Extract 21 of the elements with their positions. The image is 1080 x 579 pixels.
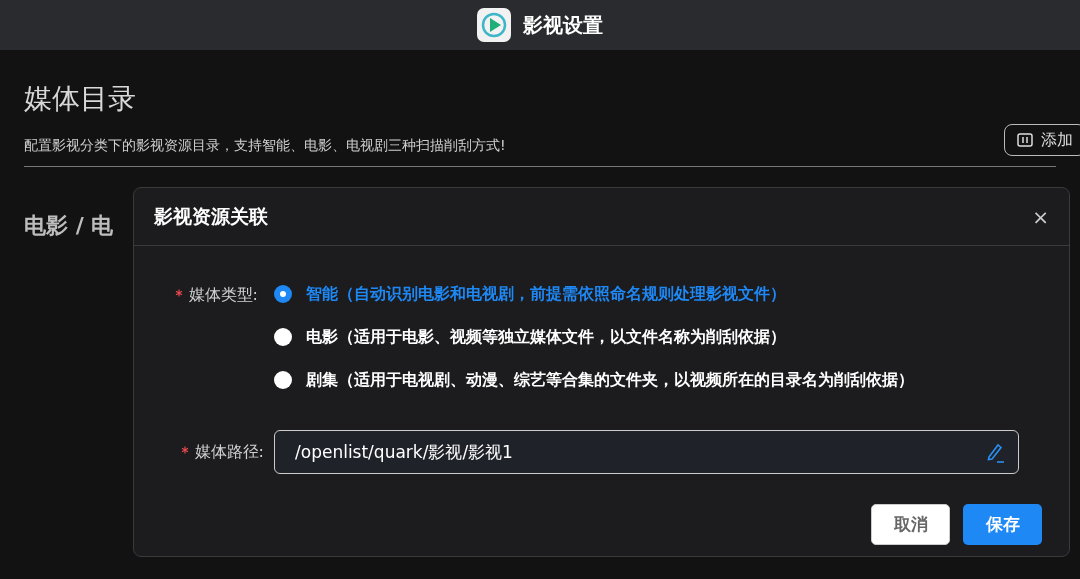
- add-button[interactable]: 添加: [1004, 124, 1080, 156]
- section-title: 电影 / 电: [24, 212, 114, 240]
- radio-button[interactable]: [274, 285, 292, 303]
- path-input-field[interactable]: /openlist/quark/影视/影视1: [274, 430, 1019, 474]
- close-button[interactable]: ×: [1032, 206, 1049, 227]
- page-description: 配置影视分类下的影视资源目录，支持智能、电影、电视剧三种扫描削刮方式!: [24, 135, 506, 155]
- dialog-title: 影视资源关联: [154, 204, 268, 230]
- radio-label[interactable]: 智能（自动识别电影和电视剧，前提需依照命名规则处理影视文件）: [306, 282, 786, 306]
- field-label: 媒体路径:: [194, 441, 264, 463]
- field-label: 媒体类型:: [188, 284, 258, 306]
- radio-label[interactable]: 电影（适用于电影、视频等独立媒体文件，以文件名称为削刮依据）: [306, 325, 786, 349]
- radio-button[interactable]: [274, 371, 292, 389]
- radio-label[interactable]: 剧集（适用于电视剧、动漫、综艺等合集的文件夹，以视频所在的目录名为削刮依据）: [306, 368, 914, 392]
- page-title: 媒体目录: [24, 81, 137, 117]
- cancel-button[interactable]: 取消: [871, 504, 950, 545]
- app-logo-icon: [477, 8, 511, 42]
- window-title: 影视设置: [523, 12, 603, 39]
- radio-button[interactable]: [274, 328, 292, 346]
- pen-icon[interactable]: [985, 441, 1005, 463]
- list-icon: [1017, 133, 1033, 147]
- save-button[interactable]: 保存: [963, 504, 1042, 545]
